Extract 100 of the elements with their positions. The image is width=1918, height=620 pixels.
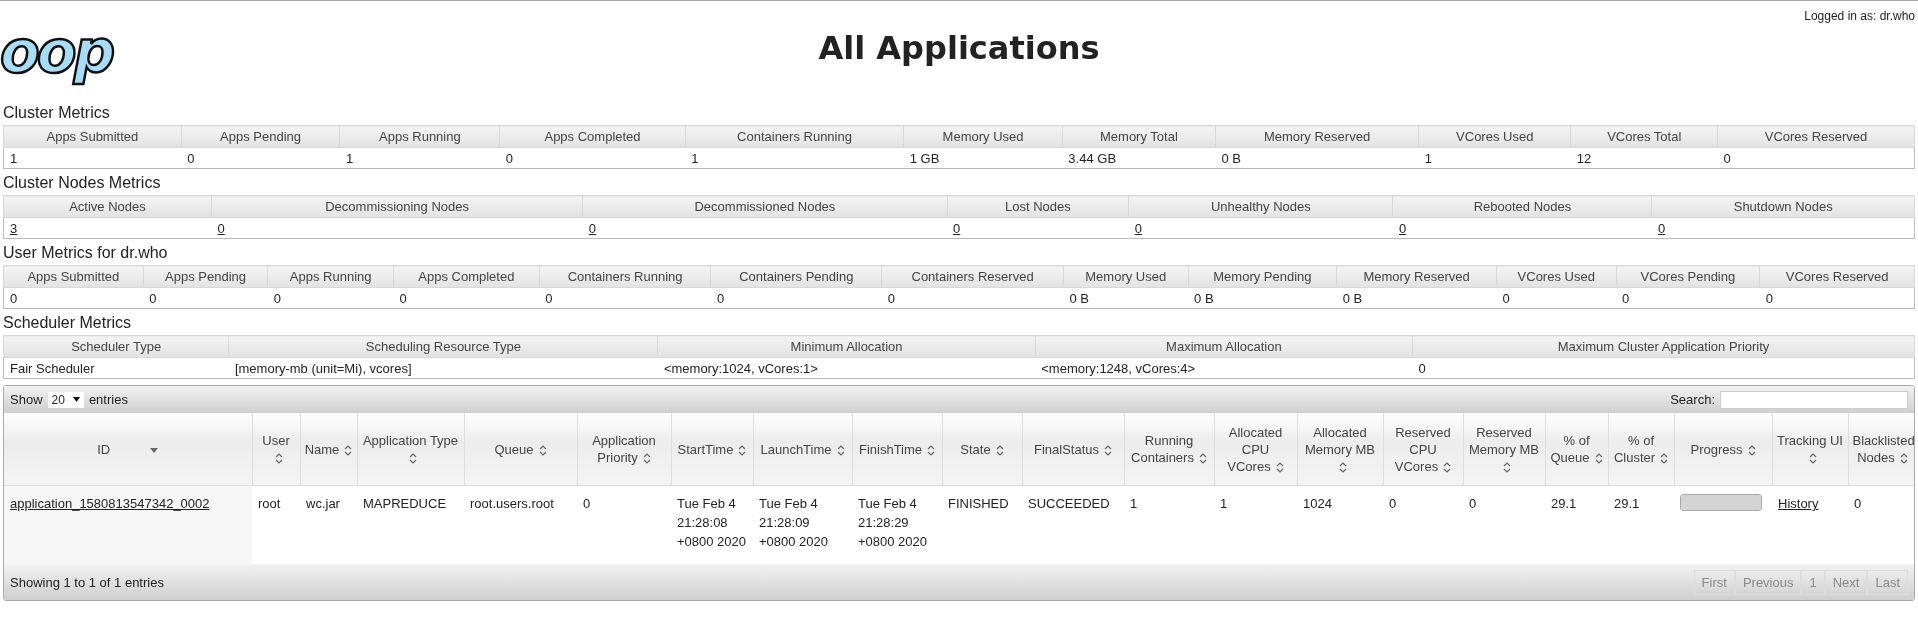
column-header[interactable]: Allocated Memory MB	[1297, 413, 1383, 486]
column-header[interactable]: StartTime	[671, 413, 753, 486]
section-title: Scheduler Metrics	[3, 313, 132, 333]
column-header[interactable]: % of Queue	[1545, 413, 1608, 486]
sort-icon	[738, 444, 747, 456]
section-title: Cluster Metrics	[3, 103, 110, 123]
table-cell: 0	[181, 147, 340, 169]
column-header: Memory Reserved	[1336, 265, 1497, 288]
column-header: Containers Reserved	[881, 265, 1064, 288]
sort-icon	[927, 444, 936, 456]
column-header[interactable]: LaunchTime	[753, 413, 852, 486]
column-header[interactable]: Application Type	[357, 413, 464, 486]
column-header: VCores Used	[1418, 125, 1571, 148]
column-header: Scheduler Type	[3, 335, 229, 358]
section-title: Cluster Nodes Metrics	[3, 173, 161, 193]
column-header: VCores Reserved	[1717, 125, 1915, 148]
column-header: Apps Completed	[499, 125, 686, 148]
table-link[interactable]: History	[1778, 496, 1819, 511]
column-header: VCores Reserved	[1759, 265, 1915, 288]
metric-link[interactable]: 0	[588, 220, 596, 236]
column-header: Apps Completed	[393, 265, 540, 288]
table-cell: 0	[881, 287, 1064, 309]
table-cell: 0	[1616, 287, 1760, 309]
table-cell: 0 B	[1063, 287, 1189, 309]
table-cell: 0	[539, 287, 711, 309]
sort-icon	[1502, 461, 1511, 473]
metric-link[interactable]: 3	[10, 220, 18, 236]
sort-icon	[1338, 461, 1347, 473]
table-cell: 0	[1412, 357, 1915, 379]
metric-link[interactable]: 0	[1398, 220, 1407, 236]
metric-link[interactable]: 0	[953, 220, 961, 236]
column-header: Active Nodes	[3, 195, 212, 218]
column-header: Maximum Allocation	[1035, 335, 1413, 358]
column-header: Apps Pending	[181, 125, 340, 148]
sort-icon	[1443, 461, 1452, 473]
table-cell: 1	[3, 147, 182, 169]
metric-link[interactable]: 0	[1657, 220, 1666, 236]
column-header: Apps Running	[339, 125, 500, 148]
column-header: Memory Reserved	[1215, 125, 1419, 148]
column-header[interactable]: Queue	[464, 413, 577, 486]
sort-icon	[1899, 453, 1908, 465]
metric-link[interactable]: 0	[1134, 220, 1142, 236]
column-header[interactable]: Allocated CPU VCores	[1214, 413, 1297, 486]
table-cell: <memory:1248, vCores:4>	[1035, 357, 1413, 379]
table-cell: 0	[1717, 147, 1915, 169]
search-field[interactable]	[1720, 390, 1908, 409]
table-cell: 0	[143, 287, 268, 309]
column-header[interactable]: User	[252, 413, 300, 486]
column-header[interactable]: State	[942, 413, 1022, 486]
table-cell: 1 GB	[903, 147, 1063, 169]
table-cell: Fair Scheduler	[3, 357, 229, 379]
column-header[interactable]: Progress	[1674, 413, 1772, 486]
sort-icon	[836, 444, 845, 456]
table-cell: [memory-mb (unit=Mi), vcores]	[228, 357, 658, 379]
column-header: Lost Nodes	[947, 195, 1129, 218]
column-header[interactable]: Reserved Memory MB	[1463, 413, 1545, 486]
table-cell: 1	[685, 147, 904, 169]
column-header: VCores Used	[1496, 265, 1617, 288]
column-header[interactable]: Application Priority	[577, 413, 671, 486]
column-header: Containers Running	[685, 125, 904, 148]
sort-icon	[344, 444, 353, 456]
column-header: VCores Total	[1570, 125, 1718, 148]
sort-icon	[995, 444, 1004, 456]
sort-icon	[642, 453, 651, 465]
column-header[interactable]: FinalStatus	[1022, 413, 1124, 486]
sort-icon	[1198, 453, 1207, 465]
entries-label: entries	[88, 392, 128, 407]
column-header[interactable]: Name	[300, 413, 357, 486]
column-header: Minimum Allocation	[657, 335, 1036, 358]
sort-icon	[1104, 444, 1112, 456]
table-cell: 12	[1570, 147, 1718, 169]
column-header: Apps Pending	[143, 265, 268, 288]
column-header[interactable]: Blacklisted Nodes	[1848, 413, 1914, 486]
column-header: VCores Pending	[1616, 265, 1760, 288]
column-header[interactable]: ID	[4, 413, 252, 486]
table-cell: 0 B	[1215, 147, 1419, 169]
metric-link[interactable]: 0	[217, 220, 225, 236]
table-link[interactable]: application_1580813547342_0002	[10, 496, 210, 511]
column-header[interactable]: Tracking UI	[1772, 413, 1848, 486]
page-title: All Applications	[817, 29, 1101, 67]
column-header: Apps Running	[267, 265, 394, 288]
column-header[interactable]: % of Cluster	[1608, 413, 1674, 486]
sort-icon	[274, 453, 283, 465]
table-info: Showing 1 to 1 of 1 entries	[10, 574, 164, 590]
column-header: Memory Total	[1062, 125, 1216, 148]
column-header[interactable]: Reserved CPU VCores	[1383, 413, 1463, 486]
column-header: Containers Running	[539, 265, 711, 288]
column-header: Decommissioned Nodes	[582, 195, 948, 218]
table-cell: <memory:1024, vCores:1>	[657, 357, 1036, 379]
column-header[interactable]: FinishTime	[852, 413, 942, 486]
sort-icon	[538, 444, 547, 456]
table-cell: 1	[339, 147, 500, 169]
table-cell: 0	[393, 287, 540, 309]
column-header[interactable]: Running Containers	[1124, 413, 1214, 486]
column-header: Shutdown Nodes	[1651, 195, 1915, 218]
login-status: Logged in as: dr.who	[1804, 9, 1915, 23]
table-cell: 0	[1759, 287, 1915, 309]
column-header: Rebooted Nodes	[1392, 195, 1652, 218]
table-cell: 0 B	[1336, 287, 1497, 309]
entries-select[interactable]: 20	[47, 391, 84, 408]
